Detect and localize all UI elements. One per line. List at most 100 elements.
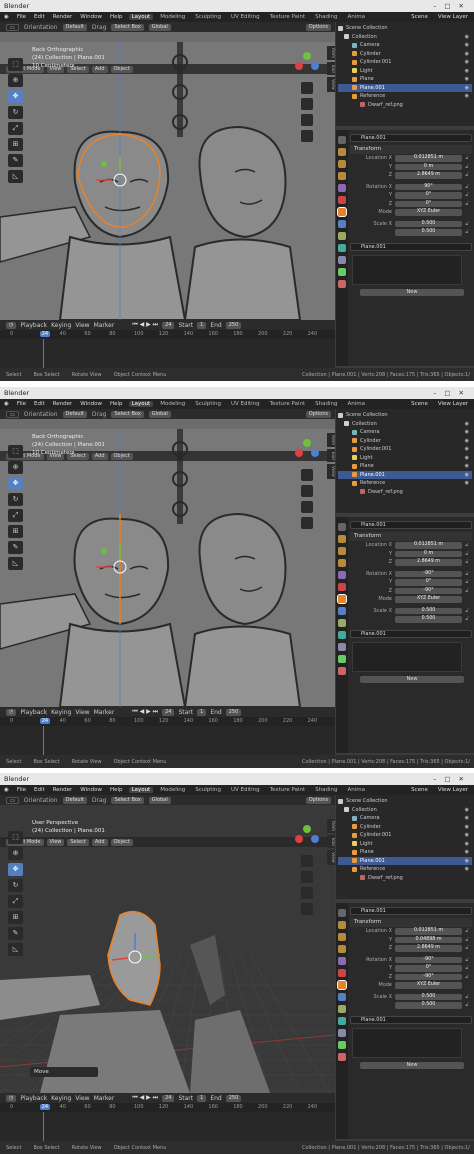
material-slot-list[interactable] bbox=[352, 254, 462, 285]
material-props-icon[interactable] bbox=[338, 1053, 346, 1061]
menu-window[interactable]: Window bbox=[78, 401, 104, 407]
start-frame-field[interactable]: 1 bbox=[197, 321, 207, 329]
rotate-icon[interactable]: ↻ bbox=[8, 493, 23, 506]
rotate-icon[interactable]: ↻ bbox=[8, 106, 23, 119]
lock-icon[interactable]: 🔓︎ bbox=[462, 184, 472, 190]
timeline-menu-playback[interactable]: Playback bbox=[20, 709, 47, 716]
object-name-field[interactable]: Plane.001 bbox=[350, 521, 472, 529]
transform-icon[interactable]: ⊞ bbox=[8, 911, 23, 924]
current-frame-field[interactable]: 24 bbox=[162, 708, 175, 716]
timeline-editor-icon[interactable]: ◷ bbox=[6, 321, 17, 329]
outliner-item[interactable]: Collection ◉ bbox=[338, 806, 472, 815]
scene-selector[interactable]: Scene bbox=[409, 401, 430, 407]
lock-icon[interactable]: 🔓︎ bbox=[462, 957, 472, 963]
rotation-field[interactable]: -90° bbox=[395, 570, 462, 577]
sidebar-tab-view[interactable]: View bbox=[327, 77, 335, 92]
timeline-editor-icon[interactable]: ◷ bbox=[6, 708, 17, 716]
modifier-props-icon[interactable] bbox=[338, 220, 346, 228]
lock-icon[interactable]: 🔓︎ bbox=[462, 551, 472, 557]
outliner-item[interactable]: Light ◉ bbox=[338, 840, 472, 849]
modifier-props-icon[interactable] bbox=[338, 993, 346, 1001]
location-field[interactable]: 0.012851 m bbox=[395, 542, 462, 549]
world-props-icon[interactable] bbox=[338, 969, 346, 977]
object-props-icon[interactable] bbox=[337, 980, 347, 990]
transform-orientation-dropdown[interactable]: Global bbox=[148, 410, 171, 418]
data-props-icon[interactable] bbox=[338, 1041, 346, 1049]
material-props-icon[interactable] bbox=[338, 280, 346, 288]
current-frame-field[interactable]: 24 bbox=[162, 1094, 175, 1102]
menu-file[interactable]: File bbox=[15, 14, 28, 20]
visibility-eye-icon[interactable]: ◉ bbox=[465, 806, 469, 815]
scale-icon[interactable]: ⤢ bbox=[8, 509, 23, 522]
visibility-eye-icon[interactable]: ◉ bbox=[465, 840, 469, 849]
rotation-field[interactable]: 0° bbox=[395, 965, 462, 972]
lock-icon[interactable]: 🔓︎ bbox=[462, 571, 472, 577]
navigation-gizmo[interactable] bbox=[291, 819, 331, 939]
rotation-field[interactable]: 90° bbox=[395, 183, 462, 190]
3d-viewport[interactable]: Object Mode View Select Add Object Back Ortho… bbox=[0, 419, 335, 707]
workspace-tab[interactable]: Shading bbox=[312, 14, 340, 20]
end-frame-field[interactable]: 250 bbox=[225, 708, 242, 716]
transform-section-header[interactable]: Transform bbox=[350, 918, 472, 927]
outliner-item[interactable]: Dwarf_ref.png bbox=[338, 101, 472, 110]
workspace-tab[interactable]: Modeling bbox=[157, 14, 188, 20]
output-props-icon[interactable] bbox=[338, 160, 346, 168]
rotation-field[interactable]: -90° bbox=[395, 956, 462, 963]
material-slot-list[interactable] bbox=[352, 1027, 462, 1058]
select-box-dropdown[interactable]: Select Box bbox=[111, 796, 144, 804]
select-box-dropdown[interactable]: Select Box bbox=[111, 410, 144, 418]
outliner-item[interactable]: Cylinder.001 ◉ bbox=[338, 831, 472, 840]
viewport-menu-object[interactable]: Object bbox=[110, 838, 133, 846]
visibility-eye-icon[interactable]: ◉ bbox=[465, 437, 469, 446]
3d-viewport[interactable]: Object Mode View Select Add Object User Persp… bbox=[0, 805, 335, 1093]
timeline-menu-keying[interactable]: Keying bbox=[51, 1095, 71, 1102]
view-layer-icon[interactable] bbox=[338, 945, 346, 953]
visibility-eye-icon[interactable]: ◉ bbox=[465, 428, 469, 437]
measure-icon[interactable]: ◺ bbox=[8, 170, 23, 183]
visibility-eye-icon[interactable]: ◉ bbox=[465, 454, 469, 463]
window-controls[interactable]: –□✕ bbox=[433, 387, 472, 399]
workspace-tab[interactable]: Anima bbox=[344, 787, 368, 793]
options-dropdown[interactable]: Options bbox=[305, 796, 331, 804]
sidebar-tab-tool[interactable]: Tool bbox=[327, 835, 335, 848]
scale-x-field[interactable]: 0.500 bbox=[395, 607, 462, 614]
menu-window[interactable]: Window bbox=[78, 14, 104, 20]
scene-selector[interactable]: Scene bbox=[409, 14, 430, 20]
workspace-tab[interactable]: Shading bbox=[312, 401, 340, 407]
data-name-field[interactable]: Plane.001 bbox=[350, 242, 472, 251]
lock-icon[interactable]: 🔓︎ bbox=[462, 201, 472, 207]
data-props-icon[interactable] bbox=[338, 268, 346, 276]
lock-icon[interactable]: 🔓︎ bbox=[462, 945, 472, 951]
constraint-props-icon[interactable] bbox=[338, 1029, 346, 1037]
move-icon[interactable]: ✥ bbox=[8, 477, 23, 490]
scale-icon[interactable]: ⤢ bbox=[8, 895, 23, 908]
timeline-menu-marker[interactable]: Marker bbox=[94, 322, 115, 329]
location-field[interactable]: 0.04898 m bbox=[395, 936, 462, 943]
workspace-tab[interactable]: Sculpting bbox=[192, 14, 224, 20]
start-frame-field[interactable]: 1 bbox=[197, 1094, 207, 1102]
viewport-menu-add[interactable]: Add bbox=[91, 838, 108, 846]
rotation-field[interactable]: 0° bbox=[395, 200, 462, 207]
rotation-field[interactable]: -90° bbox=[395, 587, 462, 594]
outliner-item[interactable]: Reference ◉ bbox=[338, 92, 472, 101]
orientation-dropdown[interactable]: Default bbox=[62, 410, 87, 418]
workspace-tab[interactable]: Modeling bbox=[157, 401, 188, 407]
sidebar-tab-item[interactable]: Item bbox=[327, 819, 335, 834]
select-tool-icon[interactable]: ▭ bbox=[6, 796, 19, 804]
material-props-icon[interactable] bbox=[338, 667, 346, 675]
window-controls[interactable]: –□✕ bbox=[433, 0, 472, 12]
menu-file[interactable]: File bbox=[15, 787, 28, 793]
outliner-item[interactable]: Plane.001 ◉ bbox=[338, 83, 472, 92]
outliner-item[interactable]: Camera ◉ bbox=[338, 41, 472, 50]
outliner-item[interactable]: Cylinder ◉ bbox=[338, 437, 472, 446]
viewport-menu-select[interactable]: Select bbox=[67, 838, 89, 846]
rotation-field[interactable]: 0° bbox=[395, 579, 462, 586]
timeline-menu-keying[interactable]: Keying bbox=[51, 709, 71, 716]
select-tool-icon[interactable]: ▭ bbox=[6, 23, 19, 31]
transform-orientation-dropdown[interactable]: Global bbox=[148, 796, 171, 804]
blender-logo-icon[interactable]: ◉ bbox=[2, 401, 11, 407]
timeline-menu-keying[interactable]: Keying bbox=[51, 322, 71, 329]
workspace-tab[interactable]: Texture Paint bbox=[267, 787, 309, 793]
outliner-item[interactable]: Light ◉ bbox=[338, 67, 472, 76]
workspace-tab[interactable]: Texture Paint bbox=[267, 401, 309, 407]
